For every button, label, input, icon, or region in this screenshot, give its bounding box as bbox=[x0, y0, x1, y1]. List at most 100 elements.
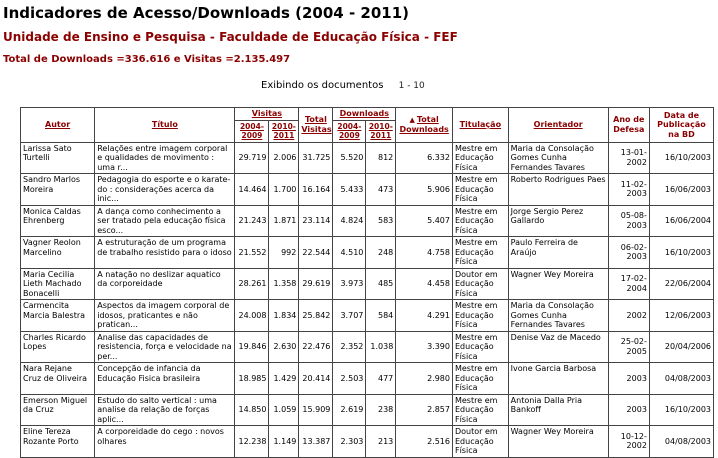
cell-titulacao: Doutor em Educação Física bbox=[451, 267, 509, 300]
col-titulacao-header[interactable]: Titulação bbox=[451, 107, 509, 143]
cell-visitas-2010-2011: 992 bbox=[268, 236, 300, 269]
table-row: Maria Cecilia Lieth Machado Bonacelli A n… bbox=[19, 267, 715, 300]
cell-downloads-2004-2009: 2.303 bbox=[332, 425, 367, 458]
page-title: Indicadores de Acesso/Downloads (2004 - … bbox=[3, 4, 409, 22]
cell-ano-defesa: 2003 bbox=[607, 393, 650, 426]
cell-visitas-2004-2009: 21.552 bbox=[234, 236, 270, 269]
cell-total-downloads: 4.758 bbox=[395, 236, 453, 269]
cell-downloads-2004-2009: 2.352 bbox=[332, 330, 367, 363]
col-total-downloads-header[interactable]: ▲ Total Downloads bbox=[395, 107, 453, 143]
cell-visitas-2004-2009: 14.850 bbox=[234, 393, 270, 426]
cell-total-visitas: 13.387 bbox=[298, 425, 334, 458]
col-orientador-header[interactable]: Orientador bbox=[507, 107, 609, 143]
cell-titulacao: Mestre em Educação Física bbox=[451, 362, 509, 395]
cell-downloads-2010-2011: 583 bbox=[365, 204, 397, 237]
cell-downloads-2010-2011: 584 bbox=[365, 299, 397, 332]
cell-titulo: Analise das capacidades de resistencia, … bbox=[94, 330, 236, 363]
cell-orientador: Maria da Consolação Gomes Cunha Fernande… bbox=[507, 141, 609, 174]
cell-downloads-2010-2011: 477 bbox=[365, 362, 397, 395]
table-row: Sandro Marlos Moreira Pedagogia do esport… bbox=[19, 173, 715, 206]
cell-orientador: Wagner Wey Moreira bbox=[507, 425, 609, 458]
cell-ano-defesa: 17-02-2004 bbox=[607, 267, 650, 300]
cell-orientador: Antonia Dalla Pria Bankoff bbox=[507, 393, 609, 426]
table-row: Charles Ricardo Lopes Analise das capacid… bbox=[19, 330, 715, 363]
cell-ano-defesa: 13-01-2002 bbox=[607, 141, 650, 174]
cell-data-publicacao: 12/06/2003 bbox=[648, 299, 715, 332]
col-downloads-2004-2009-header[interactable]: 2004-2009 bbox=[332, 119, 367, 143]
cell-visitas-2004-2009: 19.846 bbox=[234, 330, 270, 363]
table-row: Eline Tereza Rozante Porto A corporeidade… bbox=[19, 425, 715, 458]
cell-visitas-2004-2009: 28.261 bbox=[234, 267, 270, 300]
col-downloads-header[interactable]: Downloads bbox=[332, 107, 397, 121]
cell-downloads-2010-2011: 1.038 bbox=[365, 330, 397, 363]
cell-autor: Charles Ricardo Lopes bbox=[19, 330, 96, 363]
cell-total-visitas: 25.842 bbox=[298, 299, 334, 332]
cell-downloads-2010-2011: 213 bbox=[365, 425, 397, 458]
cell-total-downloads: 2.857 bbox=[395, 393, 453, 426]
col-visitas-2010-2011-header[interactable]: 2010-2011 bbox=[268, 119, 300, 143]
col-autor-header[interactable]: Autor bbox=[19, 107, 96, 143]
cell-orientador: Roberto Rodrigues Paes bbox=[507, 173, 609, 206]
cell-autor: Sandro Marlos Moreira bbox=[19, 173, 96, 206]
cell-downloads-2010-2011: 473 bbox=[365, 173, 397, 206]
unit-subtitle: Unidade de Ensino e Pesquisa - Faculdade… bbox=[3, 30, 458, 44]
cell-downloads-2004-2009: 3.973 bbox=[332, 267, 367, 300]
cell-data-publicacao: 04/08/2003 bbox=[648, 425, 715, 458]
cell-titulacao: Mestre em Educação Física bbox=[451, 393, 509, 426]
cell-autor: Carmencita Marcia Balestra bbox=[19, 299, 96, 332]
cell-titulo: A dança como conhecimento a ser tratado … bbox=[94, 204, 236, 237]
cell-total-visitas: 20.414 bbox=[298, 362, 334, 395]
cell-data-publicacao: 16/10/2003 bbox=[648, 393, 715, 426]
cell-orientador: Maria da Consolação Gomes Cunha Fernande… bbox=[507, 299, 609, 332]
cell-titulo: A natação no deslizar aquatico da corpor… bbox=[94, 267, 236, 300]
sort-arrow-icon: ▲ bbox=[409, 115, 415, 124]
cell-data-publicacao: 16/10/2003 bbox=[648, 141, 715, 174]
cell-orientador: Ivone Garcia Barbosa bbox=[507, 362, 609, 395]
cell-total-visitas: 15.909 bbox=[298, 393, 334, 426]
cell-ano-defesa: 2002 bbox=[607, 299, 650, 332]
cell-total-visitas: 22.544 bbox=[298, 236, 334, 269]
cell-titulacao: Doutor em Educação Física bbox=[451, 425, 509, 458]
documents-table: Autor Título Visitas Total Visitas Downl… bbox=[19, 107, 715, 458]
cell-titulo: Concepção de infancia da Educação Fisica… bbox=[94, 362, 236, 395]
cell-total-visitas: 23.114 bbox=[298, 204, 334, 237]
col-visitas-header[interactable]: Visitas bbox=[234, 107, 300, 121]
cell-data-publicacao: 04/08/2003 bbox=[648, 362, 715, 395]
cell-titulacao: Mestre em Educação Física bbox=[451, 236, 509, 269]
col-titulo-header[interactable]: Título bbox=[94, 107, 236, 143]
paging-label: Exibindo os documentos bbox=[261, 80, 384, 91]
col-total-visitas-header[interactable]: Total Visitas bbox=[298, 107, 334, 143]
cell-data-publicacao: 20/04/2006 bbox=[648, 330, 715, 363]
cell-visitas-2004-2009: 24.008 bbox=[234, 299, 270, 332]
cell-downloads-2004-2009: 3.707 bbox=[332, 299, 367, 332]
cell-total-visitas: 22.476 bbox=[298, 330, 334, 363]
cell-downloads-2010-2011: 812 bbox=[365, 141, 397, 174]
cell-visitas-2010-2011: 1.358 bbox=[268, 267, 300, 300]
cell-titulo: Relações entre imagem corporal e qualida… bbox=[94, 141, 236, 174]
cell-ano-defesa: 2003 bbox=[607, 362, 650, 395]
cell-ano-defesa: 10-12-2002 bbox=[607, 425, 650, 458]
cell-visitas-2004-2009: 14.464 bbox=[234, 173, 270, 206]
col-visitas-2004-2009-header[interactable]: 2004-2009 bbox=[234, 119, 270, 143]
cell-downloads-2010-2011: 485 bbox=[365, 267, 397, 300]
cell-downloads-2004-2009: 5.520 bbox=[332, 141, 367, 174]
cell-downloads-2004-2009: 2.619 bbox=[332, 393, 367, 426]
cell-visitas-2010-2011: 1.059 bbox=[268, 393, 300, 426]
cell-titulacao: Mestre em Educação Física bbox=[451, 173, 509, 206]
cell-titulacao: Mestre em Educação Física bbox=[451, 141, 509, 174]
cell-titulo: A corporeidade do cego : novos olhares bbox=[94, 425, 236, 458]
cell-ano-defesa: 06-02-2003 bbox=[607, 236, 650, 269]
cell-titulacao: Mestre em Educação Física bbox=[451, 204, 509, 237]
cell-visitas-2010-2011: 1.834 bbox=[268, 299, 300, 332]
cell-total-visitas: 31.725 bbox=[298, 141, 334, 174]
cell-visitas-2010-2011: 1.429 bbox=[268, 362, 300, 395]
col-downloads-2010-2011-header[interactable]: 2010-2011 bbox=[365, 119, 397, 143]
col-total-downloads-label: Total Downloads bbox=[399, 114, 449, 135]
cell-ano-defesa: 11-02-2003 bbox=[607, 173, 650, 206]
cell-titulo: Pedagogia do esporte e o karate-do : con… bbox=[94, 173, 236, 206]
cell-data-publicacao: 16/06/2004 bbox=[648, 204, 715, 237]
table-row: Emerson Miguel da Cruz Estudo do salto ve… bbox=[19, 393, 715, 426]
cell-visitas-2010-2011: 1.871 bbox=[268, 204, 300, 237]
cell-ano-defesa: 25-02-2005 bbox=[607, 330, 650, 363]
cell-downloads-2010-2011: 248 bbox=[365, 236, 397, 269]
